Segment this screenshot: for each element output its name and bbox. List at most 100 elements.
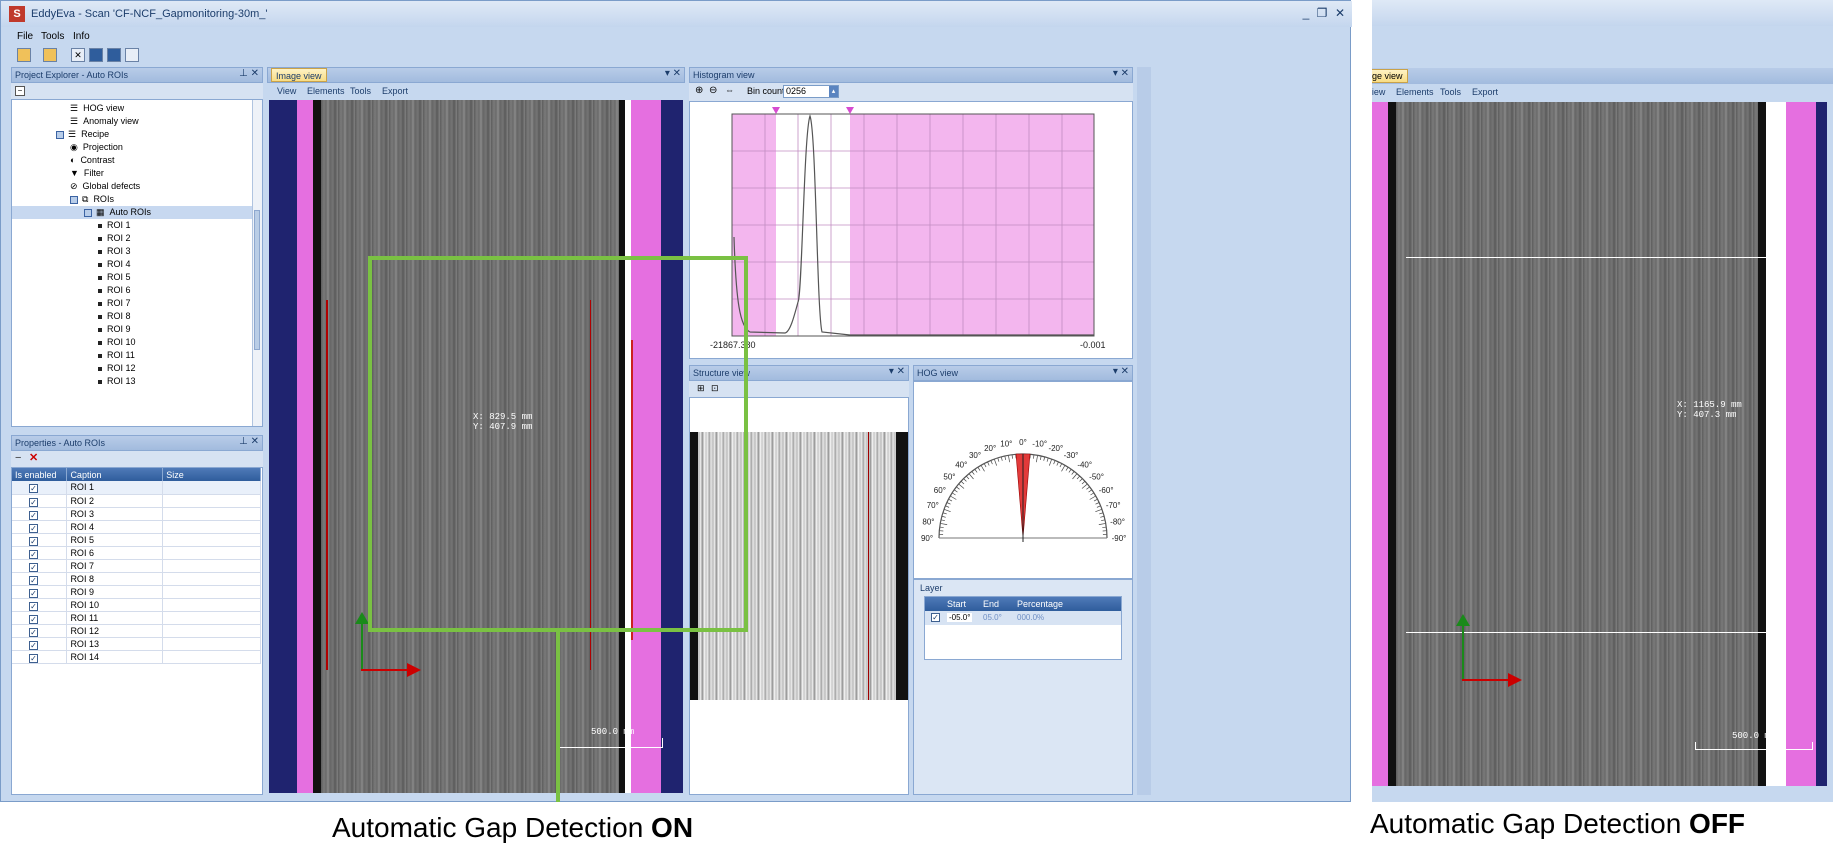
properties-row[interactable]: ✓ ROI 7 — [12, 559, 261, 573]
layer-col-end[interactable]: End — [983, 599, 999, 609]
hist-upper-marker[interactable] — [846, 107, 854, 114]
enabled-checkbox[interactable]: ✓ — [29, 549, 38, 559]
collapse-all-icon[interactable]: − — [15, 86, 25, 96]
cell-caption[interactable]: ROI 8 — [66, 572, 164, 586]
properties-row[interactable]: ✓ ROI 2 — [12, 494, 261, 508]
cell-size[interactable] — [162, 533, 261, 547]
save-all-icon[interactable] — [107, 48, 121, 62]
cell-size[interactable] — [162, 494, 261, 508]
cell-caption[interactable]: ROI 7 — [66, 559, 164, 573]
enabled-checkbox[interactable]: ✓ — [29, 536, 38, 546]
cell-size[interactable] — [162, 481, 261, 495]
cell-caption[interactable]: ROI 14 — [66, 650, 164, 664]
enabled-checkbox[interactable]: ✓ — [29, 523, 38, 533]
folder-dropdown-icon[interactable] — [43, 48, 57, 62]
properties-row[interactable]: ✓ ROI 11 — [12, 611, 261, 625]
delete-icon[interactable]: ✕ — [29, 451, 38, 464]
histogram-chart[interactable]: -21867.380 -0.001 — [689, 101, 1133, 359]
layer-col-percentage[interactable]: Percentage — [1017, 599, 1063, 609]
properties-row[interactable]: ✓ ROI 4 — [12, 520, 261, 534]
image-menu-view[interactable]: View — [277, 86, 296, 96]
image-menu-elements[interactable]: Elements — [307, 86, 345, 96]
cell-size[interactable] — [162, 650, 261, 664]
layer-start-value[interactable]: -05.0° — [947, 613, 973, 622]
tree-item[interactable]: ☰ Anomaly view — [12, 115, 252, 128]
panel-menu-close-icons[interactable]: ▾ ✕ — [1113, 365, 1129, 379]
tree-expander-icon[interactable] — [84, 208, 92, 217]
layout-icon[interactable] — [125, 48, 139, 62]
tree-item[interactable]: ROI 11 — [12, 349, 252, 362]
tree-item[interactable]: ROI 7 — [12, 297, 252, 310]
cell-caption[interactable]: ROI 3 — [66, 507, 164, 521]
cell-caption[interactable]: ROI 5 — [66, 533, 164, 547]
close-file-icon[interactable]: ✕ — [71, 48, 85, 62]
col-is-enabled[interactable]: Is enabled — [12, 468, 68, 481]
layer-end-value[interactable]: 05.0° — [983, 613, 1002, 622]
enabled-checkbox[interactable]: ✓ — [29, 614, 38, 624]
save-icon[interactable] — [89, 48, 103, 62]
hist-lower-marker[interactable] — [772, 107, 780, 114]
tree-scrollbar[interactable] — [252, 100, 262, 426]
properties-row[interactable]: ✓ ROI 14 — [12, 650, 261, 664]
tree-item[interactable]: ROI 2 — [12, 232, 252, 245]
panel-pin-close-icons[interactable]: ⊥ ✕ — [239, 435, 259, 449]
tree-expander-icon[interactable] — [56, 130, 64, 139]
bin-count-spinner[interactable]: ▴ — [829, 86, 838, 97]
enabled-checkbox[interactable]: ✓ — [29, 497, 38, 507]
cell-size[interactable] — [162, 637, 261, 651]
tree-item[interactable]: ⊘ Global defects — [12, 180, 252, 193]
enabled-checkbox[interactable]: ✓ — [29, 510, 38, 520]
tree-item[interactable]: ROI 3 — [12, 245, 252, 258]
tree-item[interactable]: ⧉ ROIs — [12, 193, 252, 206]
cell-caption[interactable]: ROI 2 — [66, 494, 164, 508]
tree-item[interactable]: ROI 8 — [12, 310, 252, 323]
off-menu-elements[interactable]: Elements — [1396, 87, 1434, 97]
cell-size[interactable] — [162, 520, 261, 534]
col-size[interactable]: Size — [162, 468, 261, 481]
enabled-checkbox[interactable]: ✓ — [29, 640, 38, 650]
properties-row[interactable]: ✓ ROI 13 — [12, 637, 261, 651]
tab-histogram-view[interactable]: Histogram view — [693, 70, 755, 80]
enabled-checkbox[interactable]: ✓ — [29, 588, 38, 598]
enabled-checkbox[interactable]: ✓ — [29, 575, 38, 585]
tree-item[interactable]: ◐ Contrast — [12, 154, 252, 167]
cell-caption[interactable]: ROI 9 — [66, 585, 164, 599]
image-menu-tools[interactable]: Tools — [350, 86, 371, 96]
remove-icon[interactable]: − — [15, 452, 21, 464]
enabled-checkbox[interactable]: ✓ — [29, 601, 38, 611]
tree-item[interactable]: ROI 4 — [12, 258, 252, 271]
tree-scroll-thumb[interactable] — [254, 210, 260, 350]
tree-item[interactable]: ☰ HOG view — [12, 102, 252, 115]
properties-row[interactable]: ✓ ROI 3 — [12, 507, 261, 521]
layer-row[interactable]: ✓ -05.0° 05.0° 000.0% — [925, 611, 1121, 625]
reset-zoom-icon[interactable]: ⇔ — [725, 85, 734, 95]
panel-menu-close-icons[interactable]: ▾ ✕ — [665, 67, 681, 81]
cell-size[interactable] — [162, 559, 261, 573]
tree-item[interactable]: ROI 5 — [12, 271, 252, 284]
menu-file[interactable]: File — [17, 31, 33, 42]
enabled-checkbox[interactable]: ✓ — [29, 484, 38, 494]
properties-row[interactable]: ✓ ROI 10 — [12, 598, 261, 612]
cell-caption[interactable]: ROI 1 — [66, 481, 164, 495]
cell-size[interactable] — [162, 585, 261, 599]
col-caption[interactable]: Caption — [66, 468, 164, 481]
cell-caption[interactable]: ROI 4 — [66, 520, 164, 534]
zoom-out-icon[interactable]: ⊖ — [709, 85, 717, 96]
enabled-checkbox[interactable]: ✓ — [29, 562, 38, 572]
tree-item[interactable]: ▼ Filter — [12, 167, 252, 180]
tree-item[interactable]: ROI 9 — [12, 323, 252, 336]
properties-row[interactable]: ✓ ROI 8 — [12, 572, 261, 586]
tree-item[interactable]: ROI 6 — [12, 284, 252, 297]
minimize-button[interactable]: _ — [1299, 7, 1313, 19]
cell-caption[interactable]: ROI 6 — [66, 546, 164, 560]
cell-size[interactable] — [162, 507, 261, 521]
bin-count-input[interactable]: 0256 ▴ — [783, 85, 839, 98]
cell-caption[interactable]: ROI 11 — [66, 611, 164, 625]
cell-caption[interactable]: ROI 13 — [66, 637, 164, 651]
cell-caption[interactable]: ROI 10 — [66, 598, 164, 612]
cell-size[interactable] — [162, 598, 261, 612]
tree-item[interactable]: ▦ Auto ROIs — [12, 206, 252, 219]
tab-image-view[interactable]: Image view — [271, 68, 327, 82]
properties-row[interactable]: ✓ ROI 5 — [12, 533, 261, 547]
tree-item[interactable]: ☰ Recipe — [12, 128, 252, 141]
